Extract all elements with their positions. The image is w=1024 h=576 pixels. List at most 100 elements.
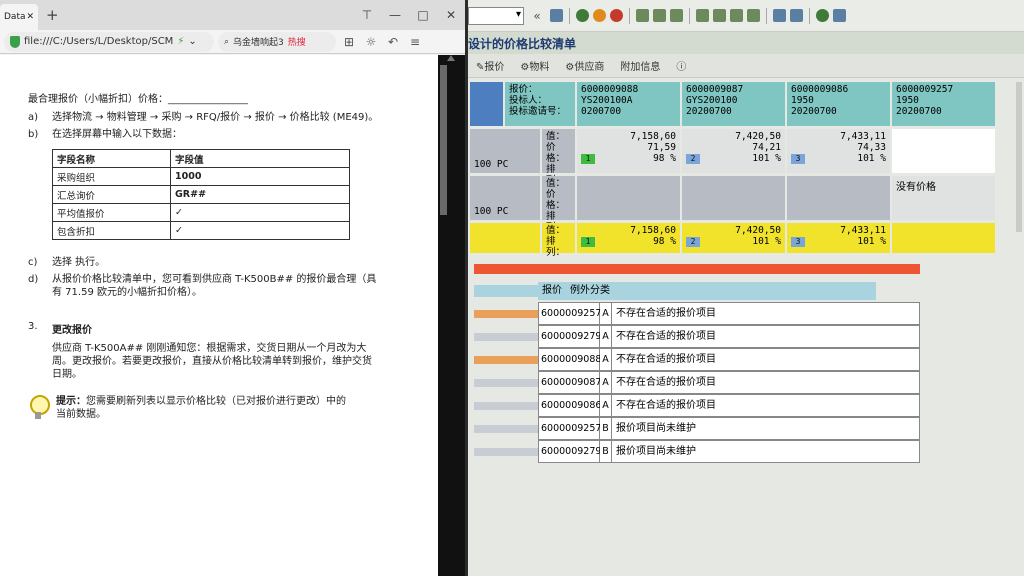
value-cell[interactable] [577, 176, 680, 220]
rank-badge: 1 [581, 153, 595, 164]
exceptions-header: 报价 例外分类 [474, 282, 930, 300]
empty-cell [892, 129, 995, 173]
table-row[interactable]: 6000009087 A 不存在合适的报价项目 [474, 371, 930, 394]
window-controls: ⊤ — □ ✕ [353, 8, 465, 22]
help-icon[interactable] [816, 9, 829, 22]
grid-icon[interactable]: ⊞ [340, 35, 358, 49]
maximize-icon[interactable]: □ [409, 8, 437, 22]
divider [689, 7, 690, 24]
cancel-icon[interactable] [610, 9, 623, 22]
value-cell[interactable] [787, 176, 890, 220]
divider [809, 7, 810, 24]
save-icon[interactable] [550, 9, 563, 22]
table-row[interactable]: 6000009088 A 不存在合适的报价项目 [474, 348, 930, 371]
find-icon[interactable] [653, 9, 666, 22]
new-tab-icon[interactable]: + [46, 6, 59, 24]
minimize-icon[interactable]: — [381, 8, 409, 22]
rank-badge: 2 [686, 236, 700, 247]
no-price-cell: 没有价格 [892, 176, 995, 220]
row-marker [474, 378, 538, 387]
undo-icon[interactable]: ↶ [384, 35, 402, 49]
grid-row-values: 100 PC 值：价格：排列： 没有价格 [470, 176, 1022, 233]
shortcut-icon[interactable] [790, 9, 803, 22]
table-row[interactable]: 6000009279 B 报价项目尚未维护 [474, 440, 930, 463]
close-window-icon[interactable]: ✕ [437, 8, 465, 22]
tab-bar: Data ✕ + ⊤ — □ ✕ [0, 0, 465, 30]
brightness-icon[interactable]: ☼ [362, 35, 380, 49]
exceptions-list: 6000009257 A 不存在合适的报价项目 6000009279 A 不存在合适的报… [474, 302, 930, 463]
value-cell[interactable] [682, 176, 785, 220]
step-a: a) 选择物流 → 物料管理 → 采购 → RFQ/报价 → 报价 → 价格比较 … [28, 112, 379, 123]
rank-badge: 3 [791, 153, 805, 164]
exit-icon[interactable] [593, 9, 606, 22]
grid-row-totals: 值： 排列： 7,158,60 1 98 % 7,420,50 2 101 % 7,4… [470, 223, 1022, 258]
info-icon[interactable]: ⓘ [676, 58, 686, 73]
chevron-down-icon[interactable]: ⌄ [188, 36, 196, 47]
quote-column[interactable]: 6000009086 1950 20200700 [787, 82, 890, 126]
table-row[interactable]: 6000009257 A 不存在合适的报价项目 [474, 302, 930, 325]
command-field[interactable] [468, 6, 524, 25]
field-table: 字段名称 字段值 采购组织 1000 汇总询价 GR## 平均值报价 ✓ 包含折扣 ✓ [52, 149, 350, 240]
quantity-cell: 100 PC [470, 176, 540, 220]
address-bar: file:///C:/Users/L/Desktop/SCM ⚡ ⌄ ⌕ 乌金墙… [0, 30, 465, 54]
total-cell [892, 223, 995, 253]
divider [766, 7, 767, 24]
sap-app-toolbar: ✎报价 ⚙物料 ⚙供应商 附加信息 ⓘ [468, 54, 1024, 78]
grid-scrollbar[interactable] [1016, 82, 1022, 232]
document-page: 最合理报价（小幅折扣）价格：________________ a) 选择物流 → … [0, 55, 438, 576]
url-field[interactable]: file:///C:/Users/L/Desktop/SCM ⚡ ⌄ [4, 31, 214, 52]
quote-column[interactable]: 6000009087 GYS200100 20200700 [682, 82, 785, 126]
find-next-icon[interactable] [670, 9, 683, 22]
next-page-icon[interactable] [730, 9, 743, 22]
layout-icon[interactable] [833, 9, 846, 22]
row-labels: 值：价格：排列： [542, 176, 575, 233]
quote-button[interactable]: ✎报价 [476, 58, 504, 73]
step-b: b) 在选择屏幕中输入以下数据： [28, 129, 182, 140]
table-header-row: 字段名称 字段值 [52, 149, 350, 168]
table-row[interactable]: 6000009257 B 报价项目尚未维护 [474, 417, 930, 440]
table-row: 采购组织 1000 [52, 167, 350, 186]
step-c: c) 选择 执行。 [28, 257, 106, 268]
browser-window: Data ✕ + ⊤ — □ ✕ file:///C:/Users/L/Desk… [0, 0, 465, 576]
print-icon[interactable] [636, 9, 649, 22]
search-input[interactable]: ⌕ 乌金墙响起3 热搜 [218, 31, 336, 52]
close-icon[interactable]: ✕ [26, 12, 34, 22]
last-page-icon[interactable] [747, 9, 760, 22]
table-row[interactable]: 6000009279 A 不存在合适的报价项目 [474, 325, 930, 348]
total-strip [470, 223, 540, 253]
tab-data[interactable]: Data ✕ [0, 4, 38, 30]
vendor-button[interactable]: ⚙供应商 [565, 58, 604, 73]
grid-row-values: 100 PC 值：价格：排列： 7,158,6071,59 198 % 7,42… [470, 129, 1022, 186]
grid-header-row: 报价： 投标人： 投标邀请号： 6000009088 YS200100A 0200700… [470, 82, 1022, 126]
value-cell[interactable]: 7,420,50 74,21 2 101 % [682, 129, 785, 173]
divider [569, 7, 570, 24]
row-label-strip [470, 82, 503, 126]
quantity-cell: 100 PC [470, 129, 540, 173]
menu-icon[interactable]: ≡ [406, 35, 424, 49]
header-strip [474, 285, 538, 297]
back-icon[interactable] [576, 9, 589, 22]
row-marker [474, 355, 538, 364]
quote-column[interactable]: 6000009257 1950 20200700 [892, 82, 995, 126]
pin-icon[interactable]: ⊤ [353, 8, 381, 22]
scroll-up-icon[interactable] [447, 55, 455, 61]
sap-screen-title: 设计的价格比较清单 [468, 32, 1024, 54]
new-session-icon[interactable] [773, 9, 786, 22]
total-cell[interactable]: 7,420,50 2 101 % [682, 223, 785, 253]
material-button[interactable]: ⚙物料 [520, 58, 549, 73]
back-double-icon[interactable]: « [528, 9, 546, 23]
document-scrollbar[interactable] [438, 55, 465, 576]
additional-info-button[interactable]: 附加信息 [620, 58, 660, 73]
value-cell[interactable]: 7,158,60 71,59 1 98 % [577, 129, 680, 173]
search-icon: ⌕ [224, 36, 230, 47]
col-exception-class[interactable]: 例外分类 [566, 282, 876, 300]
quote-column[interactable]: 6000009088 YS200100A 0200700 [577, 82, 680, 126]
total-cell[interactable]: 7,158,60 1 98 % [577, 223, 680, 253]
prev-page-icon[interactable] [713, 9, 726, 22]
table-row[interactable]: 6000009086 A 不存在合适的报价项目 [474, 394, 930, 417]
total-cell[interactable]: 7,433,11 3 101 % [787, 223, 890, 253]
value-cell[interactable]: 7,433,11 74,33 3 101 % [787, 129, 890, 173]
scroll-thumb[interactable] [440, 65, 447, 215]
col-quote[interactable]: 报价 [538, 282, 566, 300]
first-page-icon[interactable] [696, 9, 709, 22]
